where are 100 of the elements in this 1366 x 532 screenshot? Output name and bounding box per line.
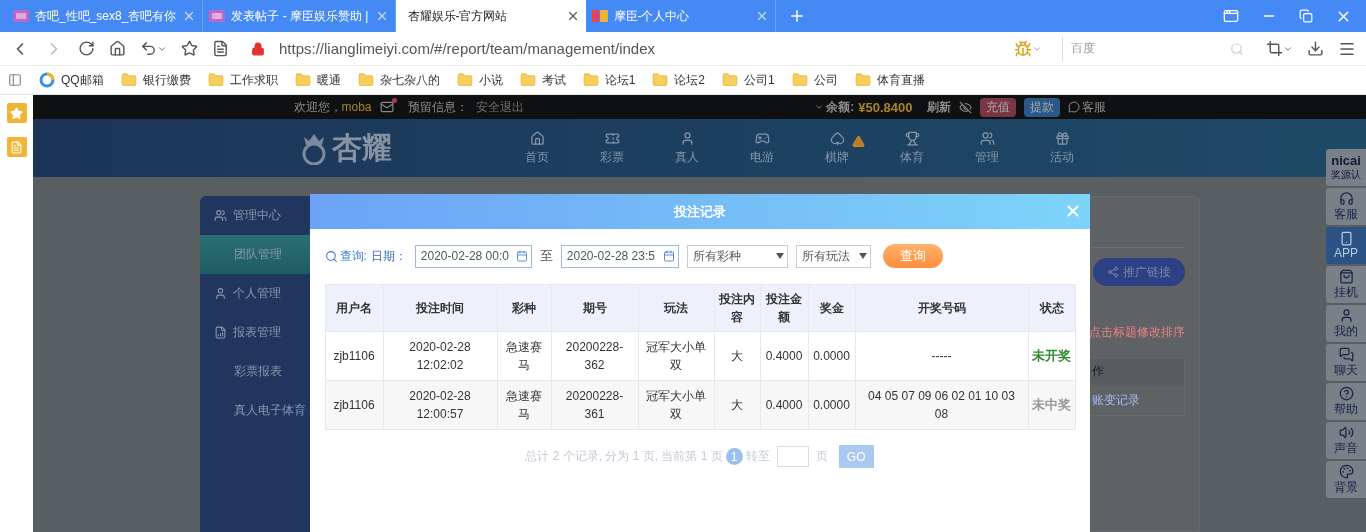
phone-icon	[1338, 231, 1354, 246]
users-icon	[979, 130, 995, 146]
palette-icon	[1338, 463, 1354, 479]
column-header: 奖金	[808, 284, 855, 332]
bookmark[interactable]: 论坛2	[652, 71, 706, 89]
toolbar-item[interactable]: 我的	[1326, 305, 1366, 342]
folder-icon	[519, 72, 536, 88]
table-cell: 0.0000	[808, 380, 855, 430]
browser-tab[interactable]: 杏吧_性吧_sex8_杏吧有你	[7, 0, 204, 32]
restore-icon[interactable]	[1299, 9, 1313, 23]
nav-item[interactable]: 电游	[724, 130, 800, 166]
bookmark[interactable]: 杂七杂八的	[357, 71, 440, 89]
nav-item[interactable]: 首页	[499, 130, 575, 166]
nav-item[interactable]: 真人	[649, 130, 725, 166]
folder-icon	[722, 72, 739, 88]
search-field[interactable]: 百度	[1062, 36, 1252, 61]
toolbar-item[interactable]: 背景	[1326, 461, 1366, 498]
nav-item[interactable]: 管理	[949, 130, 1025, 166]
toolbar-item[interactable]: 帮助	[1326, 383, 1366, 420]
caret-icon	[775, 253, 784, 259]
calendar-icon[interactable]	[662, 250, 675, 262]
bookmark[interactable]: 论坛1	[582, 71, 636, 89]
folder-icon	[652, 72, 669, 88]
bag-icon	[1338, 268, 1354, 284]
game-icon	[754, 130, 770, 146]
window-icon[interactable]	[1223, 8, 1239, 24]
mail-icon[interactable]	[379, 100, 394, 114]
sidebar-item[interactable]: 彩票报表	[199, 352, 310, 391]
reader-icon[interactable]	[212, 40, 229, 57]
crop-icon[interactable]	[1266, 40, 1293, 57]
sidebar-item[interactable]: 报表管理	[199, 313, 310, 352]
certification-badge[interactable]: nicai 奖源认	[1326, 149, 1366, 186]
logout-link[interactable]: 安全退出	[475, 98, 524, 116]
site-logo-text: 杏耀	[331, 129, 392, 166]
browser-tab[interactable]: 发表帖子 - 摩臣娱乐赞助 |	[203, 0, 396, 32]
bookmark[interactable]: QQ邮箱	[39, 71, 104, 89]
nav-item[interactable]: 活动	[1024, 130, 1100, 166]
report-icon	[213, 326, 227, 339]
sidebar-item[interactable]: 个人管理	[199, 274, 310, 313]
browser-tab[interactable]: 杏耀娱乐-官方网站	[395, 0, 586, 32]
star-icon[interactable]	[181, 40, 198, 57]
bookmark[interactable]: 公司	[791, 71, 838, 89]
folder-icon	[294, 72, 311, 88]
toolbar-item[interactable]: APP	[1326, 227, 1366, 264]
share-link-button[interactable]: 推广链接	[1092, 258, 1185, 286]
note-icon[interactable]	[6, 137, 27, 157]
sidebar-toggle-icon[interactable]	[8, 73, 22, 87]
undo-icon[interactable]	[140, 40, 167, 57]
sidebar-item[interactable]: 管理中心	[199, 196, 310, 235]
chat-icon	[1338, 346, 1354, 362]
caret-icon[interactable]	[814, 102, 825, 112]
reserved-info-label: 预留信息：	[407, 98, 468, 116]
home-icon[interactable]	[109, 40, 126, 57]
table-cell: 20200228-362	[551, 331, 638, 381]
column-header: 投注内容	[714, 284, 760, 332]
bookmark[interactable]: 公司1	[722, 71, 775, 89]
nav-item[interactable]: 棋牌	[799, 130, 875, 166]
table-cell: 0.0000	[808, 331, 855, 381]
sidebar-item[interactable]: 真人电子体育	[199, 391, 310, 430]
recharge-button[interactable]: 充值	[979, 97, 1016, 117]
bookmark[interactable]: 考试	[519, 71, 566, 89]
column-header: 状态	[1028, 284, 1075, 332]
date-field[interactable]: 2020-02-28 00:0	[414, 244, 532, 268]
toolbar-item[interactable]: 声音	[1326, 422, 1366, 459]
reload-icon[interactable]	[78, 40, 95, 57]
sort-hint: 点击标题修改排序	[1088, 324, 1185, 341]
table-cell: -----	[855, 331, 1028, 381]
withdraw-button[interactable]: 提款	[1023, 97, 1060, 117]
date-field[interactable]: 2020-02-28 23:5	[560, 244, 679, 268]
page-unit-label: 页	[815, 448, 828, 465]
sidebar-item[interactable]: 团队管理	[199, 235, 310, 274]
nav-item[interactable]: 体育	[874, 130, 950, 166]
bookmark[interactable]: 工作求职	[207, 71, 278, 89]
toolbar-item[interactable]: 客服	[1326, 188, 1366, 225]
ticket-icon	[604, 130, 620, 146]
download-icon[interactable]	[1307, 40, 1324, 57]
table-cell: 20200228-361	[551, 380, 638, 430]
calendar-icon[interactable]	[515, 250, 528, 262]
refresh-link[interactable]: 刷新	[926, 98, 951, 116]
account-record-link[interactable]: 账变记录	[1091, 391, 1140, 409]
bookmark[interactable]: 银行缴费	[120, 71, 191, 89]
bookmark[interactable]: 体育直播	[854, 71, 925, 89]
table-header-cell: 作	[1089, 358, 1184, 385]
chat-icon[interactable]	[1067, 101, 1080, 113]
bookmark[interactable]: 暖通	[294, 71, 341, 89]
table-cell: 2020-02-28 12:00:57	[383, 380, 497, 430]
balance-value: ¥50.8400	[858, 99, 913, 115]
toolbar-item[interactable]: 聊天	[1326, 344, 1366, 381]
browser-tab[interactable]: 摩臣-个人中心	[585, 0, 776, 32]
help-icon	[1338, 385, 1354, 401]
table-cell: 急速赛马	[497, 380, 551, 430]
play-select[interactable]: 所有玩法	[795, 244, 871, 268]
nav-item[interactable]: 彩票	[574, 130, 650, 166]
toolbar-item[interactable]: 挂机	[1326, 266, 1366, 303]
bookmark[interactable]: 小说	[456, 71, 503, 89]
lottery-select[interactable]: 所有彩种	[686, 244, 788, 268]
eye-off-icon[interactable]	[958, 100, 972, 114]
service-link[interactable]: 客服	[1081, 98, 1106, 116]
page-input[interactable]	[776, 446, 809, 467]
url-field[interactable]: https://lianglimeiyi.com/#/report/team/management/index	[279, 40, 655, 57]
